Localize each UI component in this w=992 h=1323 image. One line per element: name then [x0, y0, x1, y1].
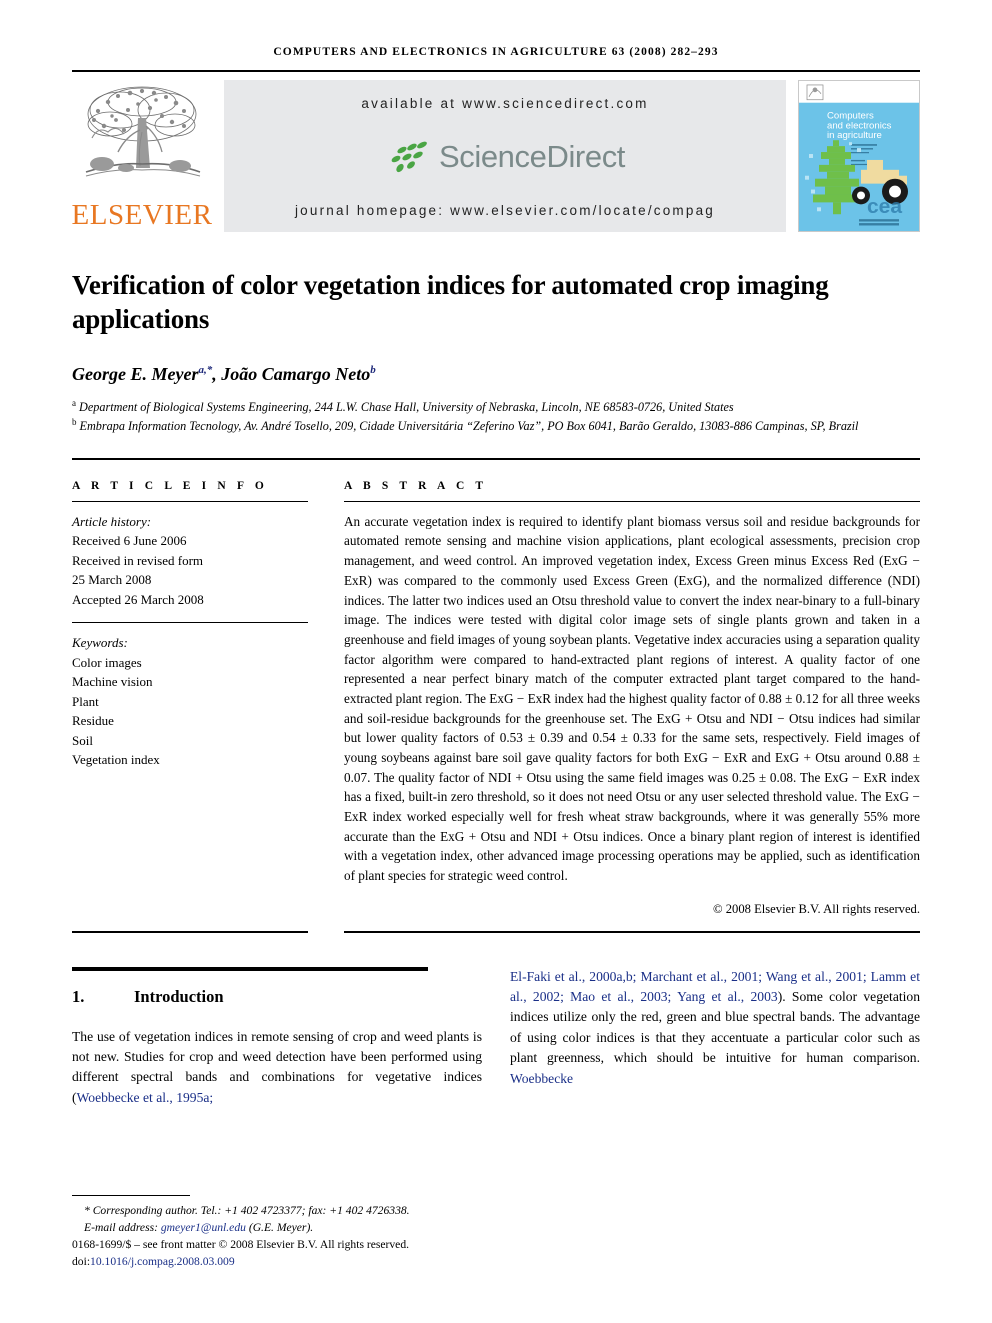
front-matter-note: 0168-1699/$ – see front matter © 2008 El…: [72, 1238, 410, 1252]
section-number: 1.: [72, 986, 85, 1006]
elsevier-logo: ELSEVIER: [72, 80, 212, 232]
running-head: COMPUTERS AND ELECTRONICS IN AGRICULTURE…: [273, 46, 719, 58]
keyword-item: Soil: [72, 732, 93, 748]
email-attribution: (G.E. Meyer).: [248, 1221, 314, 1235]
journal-homepage-text: journal homepage: www.elsevier.com/locat…: [294, 203, 715, 218]
author-separator: ,: [212, 364, 222, 385]
section-title: Introduction: [134, 986, 224, 1006]
email-label: E-mail address:: [84, 1221, 158, 1235]
introduction-column-left: 1. Introduction The use of vegetation in…: [72, 966, 482, 1109]
copyright-line: © 2008 Elsevier B.V. All rights reserved…: [713, 901, 920, 916]
affiliation-item: a Department of Biological Systems Engin…: [72, 397, 920, 416]
article-info-column: A R T I C L E I N F O Article history: R…: [72, 480, 308, 917]
article-history-label: Article history:: [72, 513, 152, 529]
article-info-rule: [72, 500, 308, 502]
section-divider-rule: [72, 457, 920, 460]
history-item: Received 6 June 2006: [72, 533, 187, 549]
introduction-section: 1. Introduction The use of vegetation in…: [72, 966, 920, 1109]
doi-note: doi:10.1016/j.compag.2008.03.009: [72, 1254, 492, 1271]
sciencedirect-wordmark: ScienceDirect: [438, 139, 626, 174]
history-item: 25 March 2008: [72, 572, 152, 588]
abstract-heading: A B S T R A C T: [344, 479, 488, 492]
keyword-item: Vegetation index: [72, 752, 160, 768]
elsevier-wordmark: ELSEVIER: [71, 199, 213, 231]
doi-link[interactable]: 10.1016/j.compag.2008.03.009: [90, 1255, 235, 1268]
keywords-group: Keywords: Color images Machine vision Pl…: [72, 633, 308, 770]
introduction-top-rule: [72, 966, 428, 971]
email-note: E-mail address: gmeyer1@unl.edu (G.E. Me…: [72, 1220, 492, 1237]
abstract-rule: [344, 500, 920, 502]
author-name: João Camargo Neto: [221, 364, 371, 385]
keyword-item: Machine vision: [72, 674, 153, 690]
available-at-text: available at www.sciencedirect.com: [361, 96, 649, 111]
bottom-rule-gutter: [308, 931, 344, 933]
introduction-paragraph-left: The use of vegetation indices in remote …: [72, 1027, 482, 1109]
affiliation-list: a Department of Biological Systems Engin…: [72, 397, 920, 436]
sciencedirect-banner: available at www.sciencedirect.com Scien…: [224, 80, 786, 232]
article-info-heading: A R T I C L E I N F O: [72, 479, 268, 492]
journal-cover-thumbnail: Computers and electronics in agriculture: [798, 80, 920, 232]
article-title: Verification of color vegetation indices…: [72, 270, 829, 335]
keyword-item: Color images: [72, 654, 142, 670]
author-list: George E. Meyera,*, João Camargo Netob: [72, 364, 920, 385]
article-history-group: Article history: Received 6 June 2006 Re…: [72, 512, 308, 610]
keyword-item: Residue: [72, 713, 114, 729]
sciencedirect-logo: ScienceDirect: [385, 137, 625, 177]
bottom-divider-rules: [72, 930, 920, 933]
keywords-divider-rule: [72, 622, 308, 624]
email-link[interactable]: gmeyer1@unl.edu: [161, 1221, 246, 1234]
introduction-gutter: [482, 967, 510, 1109]
info-abstract-columns: A R T I C L E I N F O Article history: R…: [72, 480, 920, 917]
elsevier-tree-icon: [85, 86, 201, 177]
keywords-label: Keywords:: [72, 635, 128, 651]
author-affiliation-marker: a,*: [198, 364, 213, 377]
affiliation-text: Embrapa Information Tecnology, Av. André…: [79, 419, 859, 434]
affiliation-marker: a: [72, 398, 76, 409]
footnote-rule: [72, 1195, 190, 1197]
article-first-page: COMPUTERS AND ELECTRONICS IN AGRICULTURE…: [0, 0, 992, 1323]
sciencedirect-leaves-icon: [391, 141, 427, 173]
header-rule: [72, 70, 920, 72]
citation-link[interactable]: Woebbecke et al., 1995a;: [77, 1090, 214, 1105]
keyword-item: Plant: [72, 693, 99, 709]
bottom-rule-left: [72, 930, 308, 933]
citation-link[interactable]: Woebbecke: [510, 1071, 573, 1086]
history-item: Accepted 26 March 2008: [72, 591, 204, 607]
affiliation-text: Department of Biological Systems Enginee…: [79, 400, 734, 415]
author-affiliation-marker: b: [370, 364, 376, 377]
footnote-block: * Corresponding author. Tel.: +1 402 472…: [72, 1195, 492, 1271]
affiliation-item: b Embrapa Information Tecnology, Av. And…: [72, 416, 920, 435]
abstract-column: A B S T R A C T An accurate vegetation i…: [344, 480, 920, 917]
masthead: ELSEVIER available at www.sciencedirect.…: [72, 80, 920, 232]
bottom-rule-right: [344, 930, 920, 933]
author-name: George E. Meyer: [72, 364, 199, 385]
svg-text:in agriculture: in agriculture: [827, 130, 882, 141]
column-gutter: [308, 480, 344, 917]
introduction-paragraph-right: El-Faki et al., 2000a,b; Marchant et al.…: [510, 967, 920, 1089]
introduction-column-right: El-Faki et al., 2000a,b; Marchant et al.…: [510, 967, 920, 1109]
affiliation-marker: b: [72, 417, 77, 428]
svg-text:cea: cea: [867, 195, 902, 218]
corresponding-author-note: * Corresponding author. Tel.: +1 402 472…: [84, 1204, 410, 1218]
history-item: Received in revised form: [72, 552, 204, 568]
abstract-text: An accurate vegetation index is required…: [344, 513, 920, 883]
doi-label: doi:: [72, 1255, 91, 1269]
journal-cover-art: Computers and electronics in agriculture: [799, 81, 919, 231]
introduction-heading: 1. Introduction: [72, 987, 482, 1007]
